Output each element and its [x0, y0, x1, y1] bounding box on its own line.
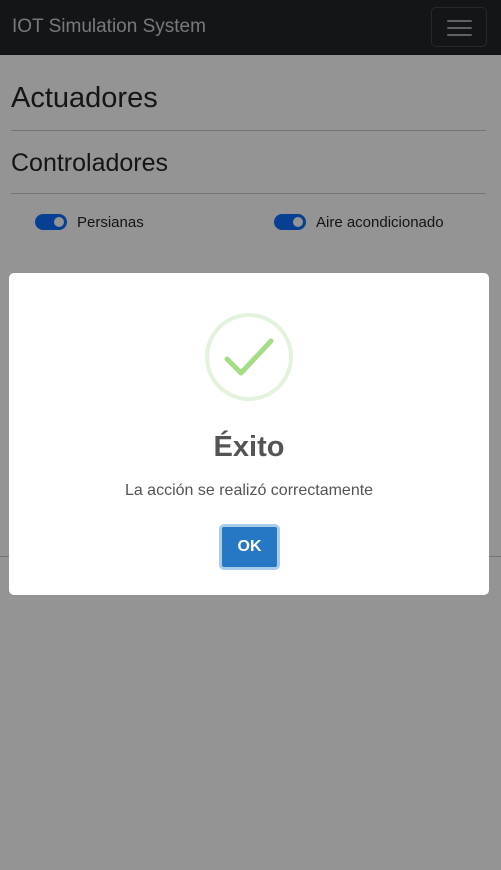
checkmark-icon	[224, 338, 274, 376]
dialog-title: Éxito	[213, 431, 285, 463]
ok-button[interactable]: OK	[219, 524, 280, 570]
dialog-message: La acción se realizó correctamente	[124, 482, 374, 499]
success-dialog: Éxito La acción se realizó correctamente…	[9, 273, 489, 595]
success-check-icon	[205, 313, 293, 401]
